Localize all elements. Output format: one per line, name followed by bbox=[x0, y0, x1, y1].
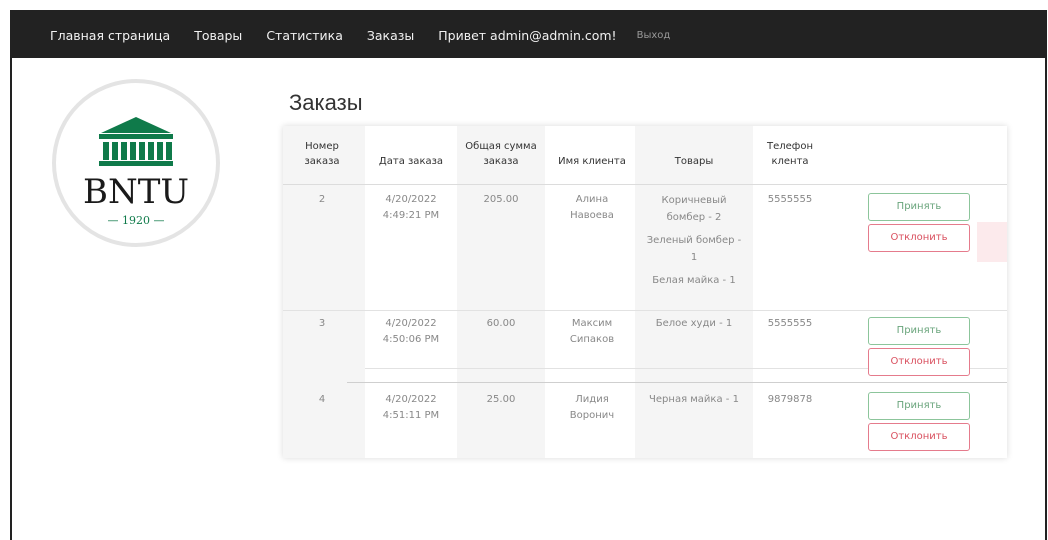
row3-date-line1: 4/20/2022 bbox=[385, 394, 437, 405]
row2-client-line2: Сипаков bbox=[569, 334, 615, 345]
row2-goods: Белое худи - 1 bbox=[639, 316, 749, 332]
nav-greeting-link[interactable]: Привет admin@admin.com! bbox=[438, 28, 616, 43]
row3-client-line2: Воронич bbox=[569, 410, 615, 421]
header-number: Номер заказа bbox=[291, 139, 353, 169]
header-sum-line2: заказа bbox=[483, 156, 519, 167]
header-date: Дата заказа bbox=[371, 154, 451, 169]
row-separator-3 bbox=[347, 382, 1007, 383]
header-client: Имя клиента bbox=[551, 154, 633, 169]
page-title: Заказы bbox=[289, 90, 363, 115]
row2-phone: 5555555 bbox=[767, 318, 813, 329]
nav-products-link[interactable]: Товары bbox=[194, 28, 242, 43]
nav-orders-link[interactable]: Заказы bbox=[367, 28, 414, 43]
top-navbar: Главная страница Товары Статистика Заказ… bbox=[12, 12, 1045, 58]
row2-goods-line1: Белое худи - 1 bbox=[655, 318, 733, 329]
header-phone-line2: клента bbox=[771, 156, 809, 167]
header-number-line1: Номер bbox=[305, 141, 339, 152]
row2-reject-button[interactable]: Отклонить bbox=[868, 348, 970, 376]
logo-name-text: BNTU bbox=[83, 172, 189, 212]
row1-date-line1: 4/20/2022 bbox=[385, 194, 437, 205]
row3-client-line1: Лидия bbox=[575, 394, 609, 405]
row1-goods-line4: 1 bbox=[690, 252, 698, 263]
row1-goods-line5: Белая майка - 1 bbox=[652, 275, 736, 286]
row2-client-line1: Максим bbox=[571, 318, 613, 329]
logo-roof bbox=[101, 117, 171, 133]
row1-goods: Коричневый бомбер - 2 Зеленый бомбер - 1… bbox=[639, 192, 749, 289]
row3-goods: Черная майка - 1 bbox=[639, 392, 749, 408]
row2-accept-button[interactable]: Принять bbox=[868, 317, 970, 345]
row1-goods-line3: Зеленый бомбер - bbox=[646, 235, 742, 246]
row1-number: 2 bbox=[318, 194, 326, 205]
row1-client-line2: Навоева bbox=[570, 210, 614, 221]
row3-accept-button[interactable]: Принять bbox=[868, 392, 970, 420]
row1-goods-line1: Коричневый bbox=[661, 195, 727, 206]
row1-sum: 205.00 bbox=[483, 194, 519, 205]
logo-columns bbox=[103, 142, 172, 160]
row3-reject-button[interactable]: Отклонить bbox=[868, 423, 970, 451]
browser-frame: Главная страница Товары Статистика Заказ… bbox=[10, 10, 1047, 540]
header-goods-line1: Товары bbox=[674, 156, 714, 167]
reject-focus-glow bbox=[977, 222, 1007, 262]
row3-phone: 9879878 bbox=[767, 394, 813, 405]
nav-logout-link[interactable]: Выход bbox=[637, 30, 671, 41]
row3-goods-line1: Черная майка - 1 bbox=[649, 394, 739, 405]
row3-date-line2: 4:51:11 PM bbox=[382, 410, 440, 421]
logo-entablature bbox=[99, 134, 173, 139]
header-phone: Телефон клента bbox=[753, 139, 827, 169]
header-sum: Общая сумма заказа bbox=[459, 139, 543, 169]
row2-date-line2: 4:50:06 PM bbox=[382, 334, 440, 345]
header-phone-line1: Телефон bbox=[766, 141, 813, 152]
row3-number: 4 bbox=[318, 394, 326, 405]
row1-date-line2: 4:49:21 PM bbox=[382, 210, 440, 221]
header-number-line2: заказа bbox=[304, 156, 340, 167]
header-sum-line1: Общая сумма bbox=[465, 141, 537, 152]
row1-client: Алина Навоева bbox=[551, 192, 633, 224]
header-goods: Товары bbox=[641, 154, 747, 169]
row2-number: 3 bbox=[318, 318, 326, 329]
row1-goods-line2: бомбер - 2 bbox=[666, 212, 722, 223]
row3-date: 4/20/2022 4:51:11 PM bbox=[371, 392, 451, 424]
row-separator-1 bbox=[283, 310, 1007, 311]
logo-year-text: — 1920 — bbox=[108, 214, 165, 227]
row3-sum: 25.00 bbox=[486, 394, 516, 405]
row1-reject-button[interactable]: Отклонить bbox=[868, 224, 970, 252]
row2-date-line1: 4/20/2022 bbox=[385, 318, 437, 329]
row1-accept-button[interactable]: Принять bbox=[868, 193, 970, 221]
row3-client: Лидия Воронич bbox=[551, 392, 633, 424]
nav-stats-link[interactable]: Статистика bbox=[266, 28, 343, 43]
row1-phone: 5555555 bbox=[767, 194, 813, 205]
bntu-logo: BNTU — 1920 — bbox=[52, 79, 220, 247]
header-client-line1: Имя клиента bbox=[558, 156, 626, 167]
row1-date: 4/20/2022 4:49:21 PM bbox=[371, 192, 451, 224]
row1-client-line1: Алина bbox=[575, 194, 609, 205]
header-date-line1: Дата заказа bbox=[378, 156, 444, 167]
logo-base bbox=[99, 161, 173, 166]
row2-sum: 60.00 bbox=[486, 318, 516, 329]
row2-client: Максим Сипаков bbox=[551, 316, 633, 348]
orders-table: Номер заказа Дата заказа Общая сумма зак… bbox=[283, 126, 1007, 458]
bntu-logo-graphic: BNTU — 1920 — bbox=[83, 117, 189, 227]
nav-home-link[interactable]: Главная страница bbox=[50, 28, 170, 43]
row2-date: 4/20/2022 4:50:06 PM bbox=[371, 316, 451, 348]
